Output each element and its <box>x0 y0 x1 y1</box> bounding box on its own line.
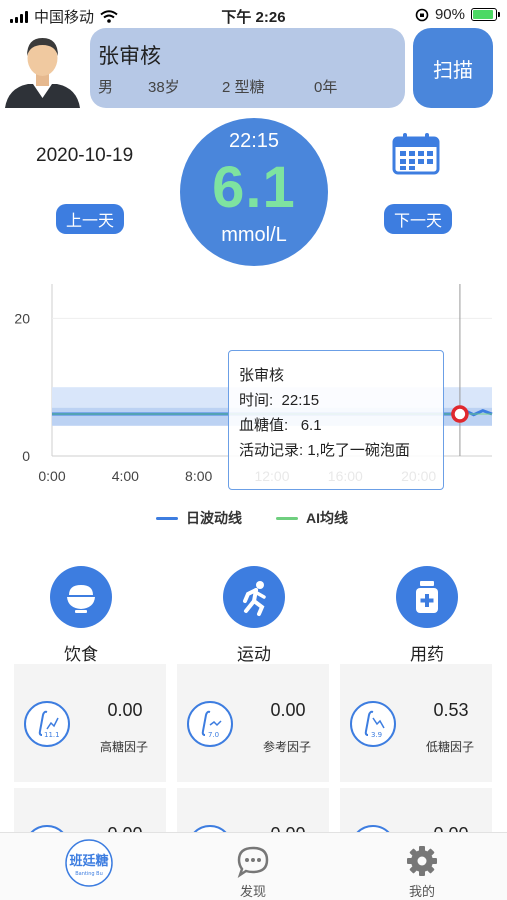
reading-value: 6.1 <box>212 155 296 220</box>
tab-mine[interactable]: 我的 <box>362 833 482 900</box>
category-diet[interactable]: 饮食 <box>26 566 136 665</box>
x-tick-label: 8:00 <box>185 468 212 484</box>
svg-text:3.9: 3.9 <box>371 731 382 739</box>
x-tick-label: 4:00 <box>112 468 139 484</box>
factor-low-value: 0.53 <box>433 700 469 720</box>
high-sugar-factor-icon: 11.1 <box>24 701 70 747</box>
y-tick-label: 0 <box>22 448 30 464</box>
category-exercise[interactable]: 运动 <box>199 566 309 665</box>
legend-daily[interactable]: 日波动线 <box>156 508 242 528</box>
tab-discover[interactable]: 发现 <box>193 833 313 900</box>
tooltip-name: 张审核 <box>239 367 285 384</box>
tab-mine-label: 我的 <box>408 884 435 899</box>
status-bar: 中国移动 下午 2:26 90% <box>0 0 507 30</box>
profile-name: 张审核 <box>98 45 161 68</box>
factor-card-high[interactable]: 11.1 0.00 高糖因子 <box>14 664 166 782</box>
factor-low-label: 低糖因子 <box>425 740 474 754</box>
prev-day-button[interactable]: 上一天 <box>56 204 124 234</box>
svg-text:11.1: 11.1 <box>44 731 60 739</box>
factor-high-label: 高糖因子 <box>99 740 148 754</box>
category-medication-label: 用药 <box>410 645 444 664</box>
factor-reference-value: 0.00 <box>270 700 306 720</box>
legend-ai-label: AI均线 <box>306 510 348 526</box>
svg-text:班廷糖: 班廷糖 <box>69 853 108 869</box>
battery-fill <box>473 10 493 19</box>
factor-high-value: 0.00 <box>107 700 143 720</box>
tooltip-value: 血糖值: 6.1 <box>239 417 322 434</box>
svg-text:7.0: 7.0 <box>208 731 219 739</box>
category-exercise-label: 运动 <box>237 645 271 664</box>
next-day-button[interactable]: 下一天 <box>384 204 452 234</box>
tab-bar: 班廷糖 Banting Bu 发现 我的 <box>0 832 507 900</box>
profile-years: 0年 <box>314 79 338 96</box>
tooltip-activity: 活动记录: 1,吃了一碗泡面 <box>239 442 410 459</box>
legend-ai-swatch <box>276 516 298 520</box>
status-right: 90% <box>415 6 500 23</box>
x-tick-label: 0:00 <box>38 468 65 484</box>
legend-ai[interactable]: AI均线 <box>276 508 348 528</box>
tab-home[interactable]: 班廷糖 Banting Bu <box>29 833 149 900</box>
chart-tooltip: 张审核 时间: 22:15 血糖值: 6.1 活动记录: 1,吃了一碗泡面 <box>228 350 444 490</box>
tab-discover-label: 发现 <box>239 884 266 899</box>
current-date: 2020-10-19 <box>36 145 134 166</box>
runner-icon <box>223 566 285 628</box>
legend-daily-label: 日波动线 <box>186 510 242 526</box>
y-tick-label: 20 <box>14 310 30 326</box>
factor-card-low[interactable]: 3.9 0.53 低糖因子 <box>340 664 492 782</box>
medicine-bottle-icon <box>396 566 458 628</box>
low-sugar-factor-icon: 3.9 <box>350 701 396 747</box>
legend-daily-swatch <box>156 516 178 520</box>
category-medication[interactable]: 用药 <box>372 566 482 665</box>
calendar-icon[interactable] <box>392 133 440 175</box>
tooltip-time: 时间: 22:15 <box>239 392 320 409</box>
battery-icon <box>471 8 500 21</box>
scan-button[interactable]: 扫描 <box>413 28 493 108</box>
chat-bubble-icon <box>237 846 269 879</box>
banting-logo-icon: 班廷糖 Banting Bu <box>65 839 113 887</box>
svg-text:Banting Bu: Banting Bu <box>75 871 103 877</box>
gear-icon <box>407 846 437 876</box>
profile-diabetes-type: 2 型糖 <box>222 79 265 96</box>
battery-percent: 90% <box>434 6 465 23</box>
factor-reference-label: 参考因子 <box>262 740 311 754</box>
profile-gender: 男 <box>98 79 114 96</box>
factor-card-reference[interactable]: 7.0 0.00 参考因子 <box>177 664 329 782</box>
data-point-marker <box>451 405 469 423</box>
reading-unit: mmol/L <box>221 224 287 246</box>
category-diet-label: 饮食 <box>64 645 98 664</box>
reading-time: 22:15 <box>228 130 280 152</box>
profile-card[interactable]: 张审核 男 38岁 2 型糖 0年 <box>90 28 405 108</box>
rice-bowl-icon <box>50 566 112 628</box>
profile-age: 38岁 <box>148 79 180 96</box>
avatar[interactable] <box>0 28 85 108</box>
reference-factor-icon: 7.0 <box>187 701 233 747</box>
orientation-lock-icon <box>415 8 429 21</box>
glucose-reading: 22:15 6.1 mmol/L <box>180 118 328 266</box>
